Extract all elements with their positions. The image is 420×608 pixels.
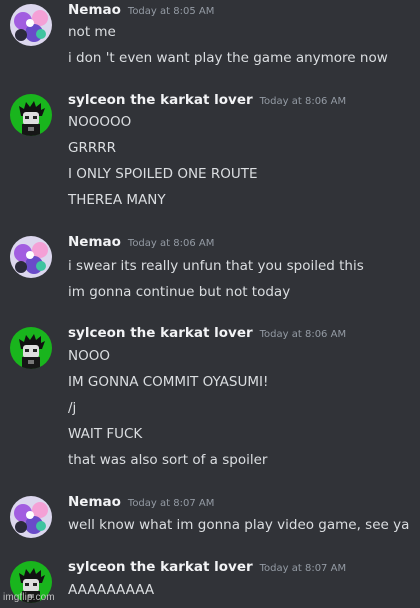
message-header: Nemao Today at 8:07 AM [68, 494, 214, 514]
message-text: GRRRR [68, 140, 116, 156]
message-text: I ONLY SPOILED ONE ROUTE [68, 166, 258, 182]
nemao-avatar-icon[interactable] [10, 496, 52, 538]
message-timestamp: Today at 8:05 AM [127, 6, 215, 17]
author-name[interactable]: sylceon the karkat lover [68, 92, 253, 108]
message-text: THEREA MANY [68, 192, 166, 208]
karkat-avatar-icon[interactable] [10, 327, 52, 369]
message-text: that was also sort of a spoiler [68, 452, 268, 468]
message-text: IM GONNA COMMIT OYASUMI! [68, 374, 269, 390]
chat-messages: Nemao Today at 8:05 AM not me i don 't e… [0, 0, 420, 608]
message-text: NOOOOO [68, 114, 132, 130]
message-timestamp: Today at 8:07 AM [127, 498, 215, 509]
message-timestamp: Today at 8:06 AM [127, 238, 215, 249]
message-text: /j [68, 400, 77, 416]
imgflip-watermark: imgflip.com [3, 592, 55, 603]
message-timestamp: Today at 8:06 AM [259, 329, 347, 340]
author-name[interactable]: sylceon the karkat lover [68, 559, 253, 575]
message-header: sylceon the karkat lover Today at 8:06 A… [68, 325, 346, 345]
author-name[interactable]: sylceon the karkat lover [68, 325, 253, 341]
message-text: i swear its really unfun that you spoile… [68, 258, 364, 274]
message-text: not me [68, 24, 116, 40]
message-text: i don 't even want play the game anymore… [68, 50, 388, 66]
message-header: sylceon the karkat lover Today at 8:06 A… [68, 92, 346, 112]
message-text: WAIT FUCK [68, 426, 143, 442]
nemao-avatar-icon[interactable] [10, 4, 52, 46]
message-text: AAAAAAAAA [68, 582, 155, 598]
author-name[interactable]: Nemao [68, 234, 121, 250]
message-timestamp: Today at 8:07 AM [259, 563, 347, 574]
karkat-avatar-icon[interactable] [10, 94, 52, 136]
message-header: Nemao Today at 8:06 AM [68, 234, 214, 254]
message-header: Nemao Today at 8:05 AM [68, 2, 214, 22]
author-name[interactable]: Nemao [68, 494, 121, 510]
message-text: im gonna continue but not today [68, 284, 291, 300]
message-header: sylceon the karkat lover Today at 8:07 A… [68, 559, 346, 579]
message-timestamp: Today at 8:06 AM [259, 96, 347, 107]
message-text: NOOO [68, 348, 110, 364]
author-name[interactable]: Nemao [68, 2, 121, 18]
message-text: well know what im gonna play video game,… [68, 517, 410, 533]
nemao-avatar-icon[interactable] [10, 236, 52, 278]
